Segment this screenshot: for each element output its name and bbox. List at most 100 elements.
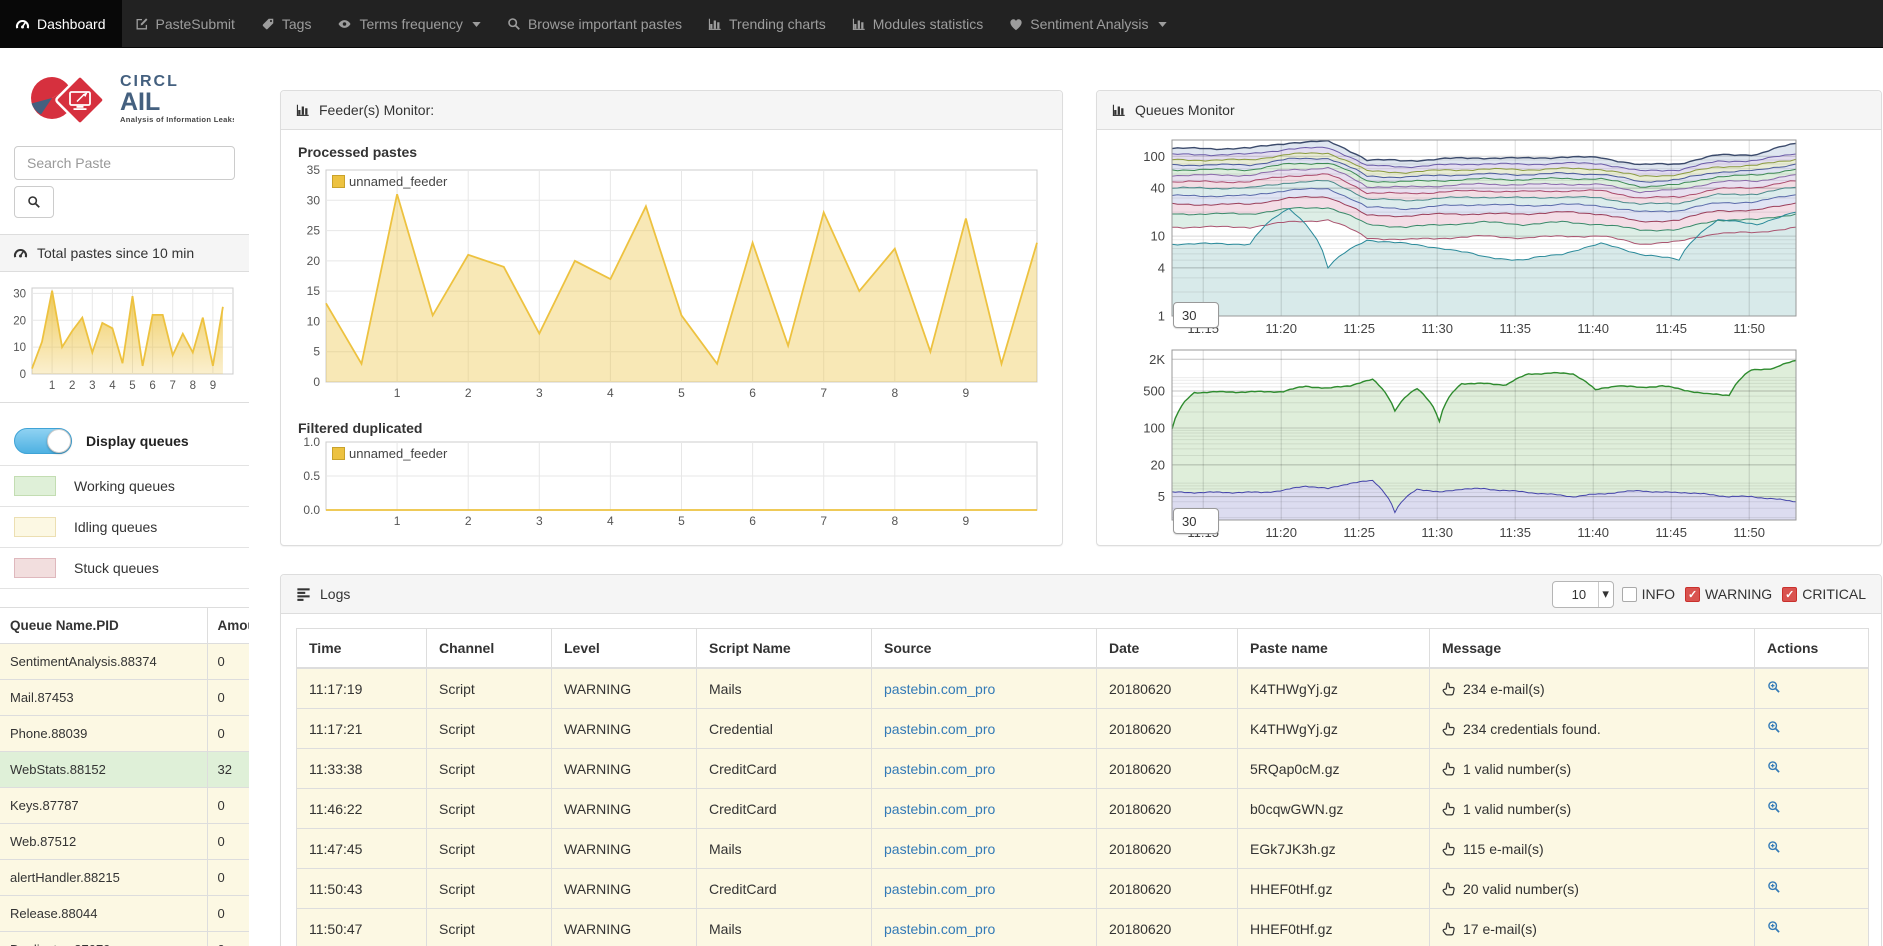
svg-text:11:30: 11:30 — [1421, 321, 1453, 336]
queue-amount: 0 — [207, 680, 249, 716]
queue-name: WebStats.88152 — [0, 752, 207, 788]
legend-row-idling: Idling queues — [0, 507, 249, 548]
nav-item-dashboard[interactable]: Dashboard — [0, 0, 122, 48]
search-plus-icon[interactable] — [1767, 840, 1781, 854]
log-date: 20180620 — [1097, 909, 1238, 946]
log-actions — [1755, 789, 1869, 829]
source-link[interactable]: pastebin.com_pro — [884, 881, 995, 897]
legend-label: unnamed_feeder — [349, 174, 447, 189]
svg-text:100: 100 — [1143, 420, 1165, 435]
filter-critical[interactable]: ✓ CRITICAL — [1782, 586, 1866, 602]
log-level-filters: INFO ✓ WARNING ✓ CRITICAL — [1622, 586, 1866, 602]
search-plus-icon[interactable] — [1767, 760, 1781, 774]
search-paste-input[interactable] — [14, 146, 235, 180]
svg-text:1.0: 1.0 — [303, 436, 320, 449]
legend-label: Working queues — [74, 478, 175, 494]
svg-text:7: 7 — [820, 386, 827, 400]
nav-item-modules-statistics[interactable]: Modules statistics — [839, 0, 996, 48]
queue-amount: 0 — [207, 788, 249, 824]
source-link[interactable]: pastebin.com_pro — [884, 921, 995, 937]
filter-label: WARNING — [1705, 586, 1772, 602]
svg-text:20: 20 — [1151, 457, 1165, 472]
working-swatch — [14, 476, 56, 496]
legend-label: Stuck queues — [74, 560, 159, 576]
source-link[interactable]: pastebin.com_pro — [884, 801, 995, 817]
queue-table-header-amount: Amount — [207, 608, 249, 644]
heart-icon — [1009, 18, 1023, 31]
source-link[interactable]: pastebin.com_pro — [884, 761, 995, 777]
total-pastes-title: Total pastes since 10 min — [37, 245, 194, 261]
search-plus-icon[interactable] — [1767, 920, 1781, 934]
logs-header-date: Date — [1097, 629, 1238, 669]
queue-row: Phone.880390 — [0, 716, 249, 752]
log-message: 234 credentials found. — [1430, 709, 1755, 749]
filtered-duplicated-title: Filtered duplicated — [298, 420, 1047, 436]
navbar: Dashboard PasteSubmitTagsTerms frequencyB… — [0, 0, 1883, 48]
log-level: WARNING — [552, 749, 697, 789]
nav-item-pastesubmit[interactable]: PasteSubmit — [122, 0, 248, 48]
log-time: 11:17:19 — [297, 668, 427, 709]
log-message: 20 valid number(s) — [1430, 869, 1755, 909]
filter-label: CRITICAL — [1802, 586, 1866, 602]
logs-header-paste-name: Paste name — [1238, 629, 1430, 669]
nav-item-label: Sentiment Analysis — [1030, 16, 1148, 32]
svg-text:11:40: 11:40 — [1577, 525, 1609, 540]
search-plus-icon[interactable] — [1767, 680, 1781, 694]
svg-text:2K: 2K — [1149, 352, 1165, 367]
checkbox-checked-icon[interactable]: ✓ — [1685, 587, 1700, 602]
page-size-select[interactable]: 10 ▾ — [1552, 581, 1614, 608]
checkbox-unchecked-icon[interactable] — [1622, 587, 1637, 602]
nav-item-sentiment-analysis[interactable]: Sentiment Analysis — [996, 0, 1179, 48]
nav-item-terms-frequency[interactable]: Terms frequency — [324, 0, 493, 48]
checkbox-checked-icon[interactable]: ✓ — [1782, 587, 1797, 602]
svg-text:25: 25 — [307, 224, 321, 238]
tachometer-icon — [15, 17, 30, 31]
source-link[interactable]: pastebin.com_pro — [884, 841, 995, 857]
log-date: 20180620 — [1097, 869, 1238, 909]
nav-item-browse-important-pastes[interactable]: Browse important pastes — [494, 0, 695, 48]
log-row: 11:17:21ScriptWARNINGCredentialpastebin.… — [297, 709, 1869, 749]
log-source: pastebin.com_pro — [872, 668, 1097, 709]
log-time: 11:17:21 — [297, 709, 427, 749]
filter-warning[interactable]: ✓ WARNING — [1685, 586, 1772, 602]
queue-table: Queue Name.PID Amount SentimentAnalysis.… — [0, 607, 249, 946]
svg-text:10: 10 — [13, 342, 26, 354]
legend-label: Idling queues — [74, 519, 157, 535]
source-link[interactable]: pastebin.com_pro — [884, 721, 995, 737]
search-plus-icon[interactable] — [1767, 880, 1781, 894]
feeder-monitor-title: Feeder(s) Monitor: — [319, 102, 434, 118]
log-time: 11:50:43 — [297, 869, 427, 909]
legend-swatch — [332, 175, 345, 188]
queues-top-window-input[interactable]: 30 — [1173, 302, 1219, 328]
search-plus-icon[interactable] — [1767, 720, 1781, 734]
source-link[interactable]: pastebin.com_pro — [884, 681, 995, 697]
svg-text:5: 5 — [313, 345, 320, 359]
svg-text:100: 100 — [1143, 149, 1165, 164]
nav-item-label: Dashboard — [37, 16, 106, 32]
search-button[interactable] — [14, 186, 54, 218]
nav-item-trending-charts[interactable]: Trending charts — [695, 0, 839, 48]
log-script: CreditCard — [697, 789, 872, 829]
nav-item-label: Trending charts — [729, 16, 826, 32]
svg-text:0: 0 — [313, 375, 320, 389]
svg-text:2: 2 — [465, 514, 472, 528]
log-paste: b0cqwGWN.gz — [1238, 789, 1430, 829]
eye-icon — [337, 17, 352, 31]
queue-amount: 0 — [207, 644, 249, 680]
svg-text:11:40: 11:40 — [1577, 321, 1609, 336]
search-plus-icon[interactable] — [1767, 800, 1781, 814]
svg-text:10: 10 — [1151, 229, 1165, 244]
svg-text:6: 6 — [149, 380, 155, 392]
svg-text:30: 30 — [13, 288, 26, 300]
filter-info[interactable]: INFO — [1622, 586, 1675, 602]
svg-text:11:35: 11:35 — [1499, 321, 1531, 336]
edit-icon — [135, 17, 149, 31]
nav-item-tags[interactable]: Tags — [248, 0, 325, 48]
svg-text:7: 7 — [169, 380, 175, 392]
svg-text:8: 8 — [891, 514, 898, 528]
log-time: 11:50:47 — [297, 909, 427, 946]
logs-header-source: Source — [872, 629, 1097, 669]
queues-bottom-window-input[interactable]: 30 — [1173, 508, 1219, 534]
display-queues-toggle[interactable] — [14, 428, 72, 454]
log-source: pastebin.com_pro — [872, 709, 1097, 749]
